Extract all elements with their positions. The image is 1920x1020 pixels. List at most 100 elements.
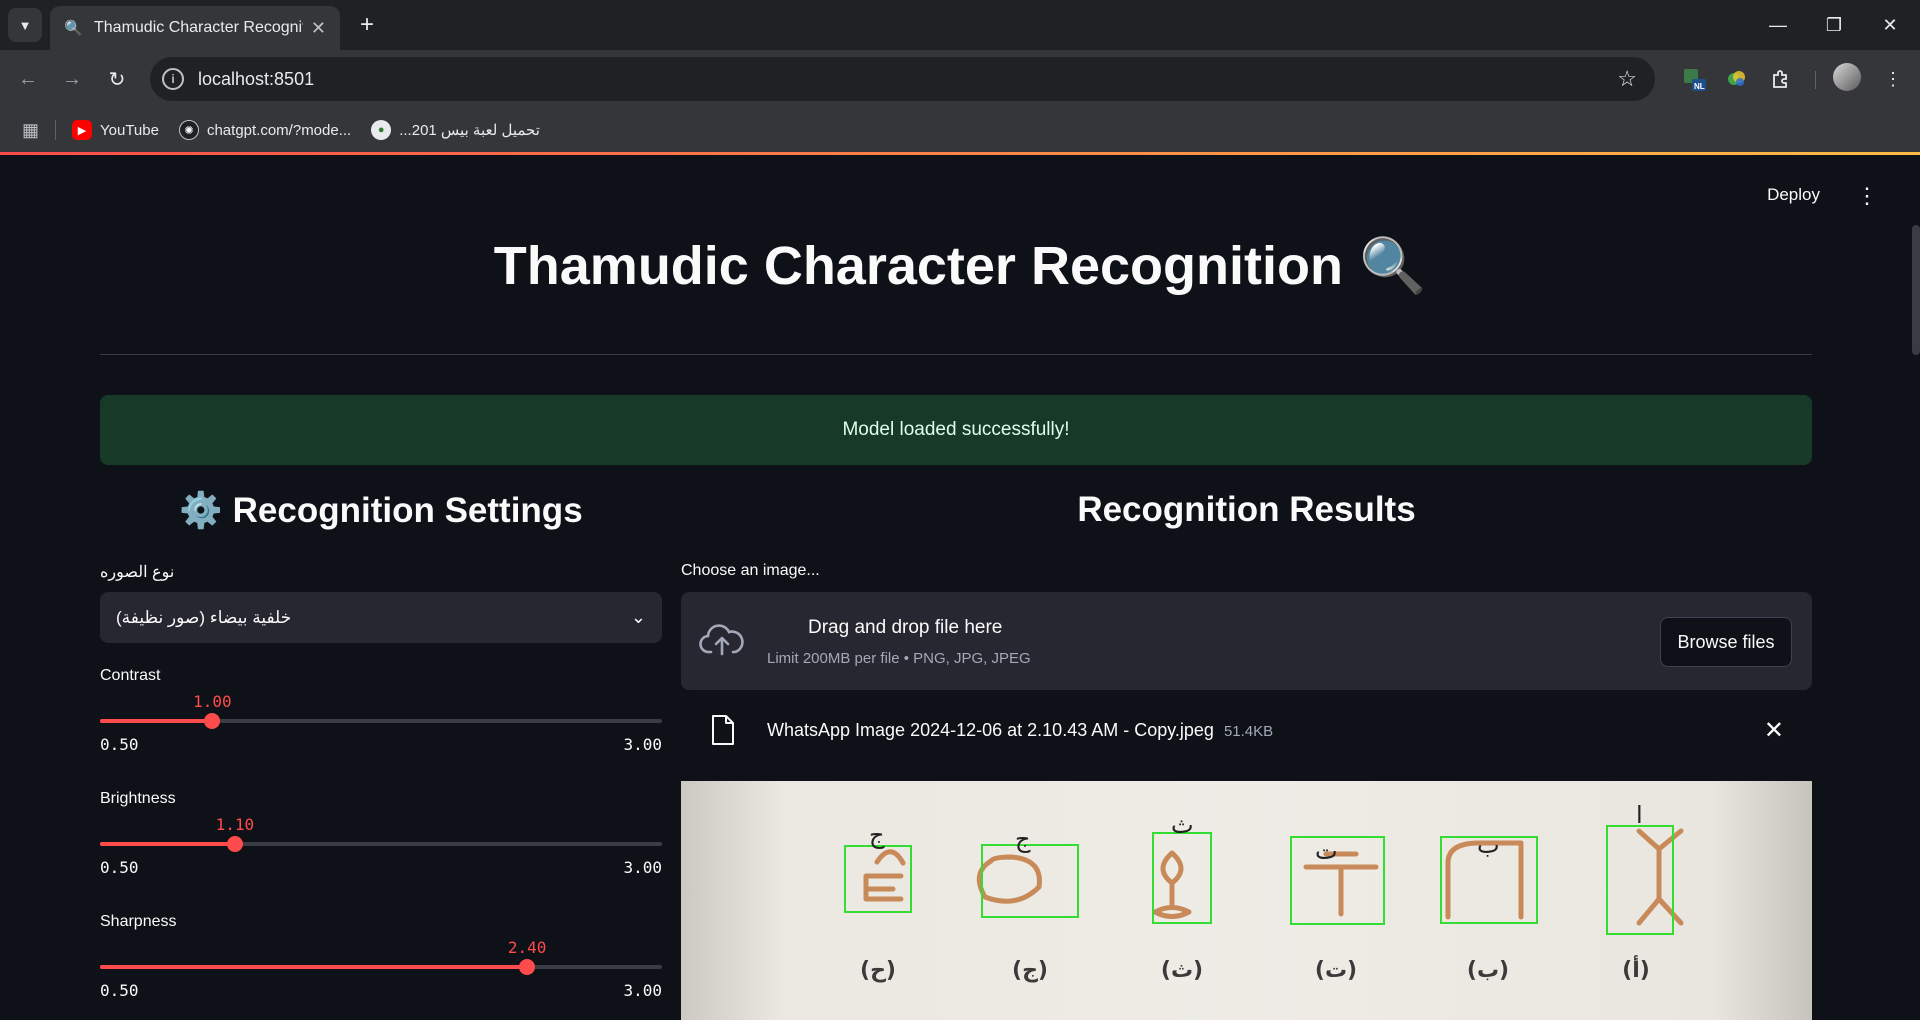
predicted-char-4: ت xyxy=(1315,837,1338,865)
minimize-window-button[interactable]: — xyxy=(1750,0,1806,50)
bookmarks-separator xyxy=(55,120,57,140)
image-type-value: خلفية بيضاء (صور نظيفة) xyxy=(116,607,292,627)
slider-min: 0.50 xyxy=(100,858,139,877)
slider-max: 3.00 xyxy=(623,858,662,877)
file-dropzone[interactable]: Drag and drop file here Limit 200MB per … xyxy=(681,592,1812,690)
slider-thumb[interactable] xyxy=(519,959,536,975)
chevron-down-icon: ⌄ xyxy=(630,607,646,627)
gear-icon: ⚙️ xyxy=(179,491,223,530)
remove-file-icon[interactable]: ✕ xyxy=(1764,716,1784,745)
restore-window-button[interactable]: ❐ xyxy=(1806,0,1862,50)
profile-avatar[interactable] xyxy=(1833,63,1861,91)
title-divider xyxy=(100,354,1812,355)
close-window-button[interactable]: ✕ xyxy=(1862,0,1918,50)
predicted-char-2: ج xyxy=(1015,825,1031,853)
app-menu-icon[interactable]: ⋮ xyxy=(1856,183,1878,209)
toolbar-separator xyxy=(1815,71,1816,89)
predicted-char-1: ج xyxy=(869,821,885,849)
browser-tab-bar: ▼ 🔍 Thamudic Character Recognition ✕ + —… xyxy=(0,0,1920,50)
svg-text:NL: NL xyxy=(1694,82,1705,91)
predicted-char-5: ب xyxy=(1477,831,1500,859)
file-name-text: WhatsApp Image 2024-12-06 at 2.10.43 AM … xyxy=(767,720,1214,740)
caption-3: (ث) xyxy=(1161,958,1203,983)
bookmark-label: chatgpt.com/?mode... xyxy=(206,121,352,139)
youtube-icon: ▶ xyxy=(72,120,93,140)
slider-min: 0.50 xyxy=(100,981,139,1000)
file-size: 51.4KB xyxy=(1223,723,1274,740)
settings-heading-text: Recognition Settings xyxy=(232,491,583,530)
translate-extension-icon[interactable]: NL xyxy=(1679,64,1709,94)
success-alert: Model loaded successfully! xyxy=(100,395,1812,465)
streamlit-app: Deploy ⋮ Thamudic Character Recognition 🔍… xyxy=(0,155,1920,1020)
new-tab-button[interactable]: + xyxy=(352,10,382,40)
success-message: Model loaded successfully! xyxy=(842,419,1070,440)
slider-thumb[interactable] xyxy=(226,836,243,852)
slider-fill xyxy=(100,965,528,969)
bookmark-star-icon[interactable]: ☆ xyxy=(1617,66,1637,92)
bookmark-pes-game[interactable]: ● تحميل لعبة بيس 201... xyxy=(371,120,540,140)
caption-6: (أ) xyxy=(1622,954,1650,983)
slider-value: 1.10 xyxy=(215,815,255,834)
site-icon: ● xyxy=(371,120,392,140)
file-name: WhatsApp Image 2024-12-06 at 2.10.43 AM … xyxy=(767,720,1273,741)
bookmark-chatgpt[interactable]: ✺ chatgpt.com/?mode... xyxy=(178,120,352,140)
sharpness-label: Sharpness xyxy=(100,913,177,930)
chevron-down-icon: ▼ xyxy=(18,17,32,33)
bookmark-label: YouTube xyxy=(100,121,159,139)
browse-files-button[interactable]: Browse files xyxy=(1660,617,1792,667)
reload-icon[interactable]: ↻ xyxy=(101,63,133,95)
slider-fill xyxy=(100,842,235,846)
bookmarks-bar: ▦ ▶ YouTube ✺ chatgpt.com/?mode... ● تحم… xyxy=(0,108,1920,152)
brightness-label: Brightness xyxy=(100,790,176,807)
slider-min: 0.50 xyxy=(100,735,139,754)
caption-4: (ت) xyxy=(1315,958,1357,983)
predicted-char-3: ث xyxy=(1171,811,1194,839)
uploaded-file-row: WhatsApp Image 2024-12-06 at 2.10.43 AM … xyxy=(681,700,1812,762)
colorful-extension-icon[interactable] xyxy=(1722,64,1752,94)
recognized-image: ج ج ث ت ب ا (ح) (ج) (ث) (ت) (ب) (أ) xyxy=(681,781,1812,1020)
slider-fill xyxy=(100,719,213,723)
browser-toolbar: ← → ↻ i localhost:8501 ☆ NL ⋮ xyxy=(0,50,1920,108)
slider-value: 1.00 xyxy=(193,692,232,711)
page-title: Thamudic Character Recognition 🔍 xyxy=(0,235,1920,298)
slider-thumb[interactable] xyxy=(204,713,221,729)
drop-text: Drag and drop file here xyxy=(808,617,1003,638)
apps-grid-icon[interactable]: ▦ xyxy=(22,120,39,141)
slider-value: 2.40 xyxy=(507,938,547,957)
tab-title: Thamudic Character Recognition xyxy=(94,19,303,36)
cloud-upload-icon xyxy=(699,624,744,656)
caption-5: (ب) xyxy=(1467,958,1509,983)
settings-heading: ⚙️ Recognition Settings xyxy=(100,490,662,531)
contrast-slider[interactable]: 1.00 0.50 3.00 xyxy=(100,692,662,754)
browser-menu-icon[interactable]: ⋮ xyxy=(1878,64,1908,94)
predicted-char-6: ا xyxy=(1636,801,1643,829)
caption-1: (ح) xyxy=(860,958,896,983)
bookmark-youtube[interactable]: ▶ YouTube xyxy=(72,120,159,140)
slider-max: 3.00 xyxy=(623,981,662,1000)
slider-max: 3.00 xyxy=(623,735,662,754)
image-type-select[interactable]: خلفية بيضاء (صور نظيفة) ⌄ xyxy=(100,592,662,643)
file-icon xyxy=(712,715,734,745)
magnifier-icon: 🔍 xyxy=(1358,236,1427,296)
limit-text: Limit 200MB per file • PNG, JPG, JPEG xyxy=(767,650,1031,667)
url-text[interactable]: localhost:8501 xyxy=(198,69,1617,90)
sharpness-slider[interactable]: 2.40 0.50 3.00 xyxy=(100,938,662,1000)
deploy-button[interactable]: Deploy xyxy=(1767,185,1820,205)
close-tab-icon[interactable]: ✕ xyxy=(311,18,326,39)
forward-arrow-icon[interactable]: → xyxy=(56,63,88,95)
browser-tab[interactable]: 🔍 Thamudic Character Recognition ✕ xyxy=(50,6,340,50)
magnifier-favicon-icon: 🔍 xyxy=(64,20,83,37)
bookmark-label: تحميل لعبة بيس 201... xyxy=(399,122,540,139)
image-type-label: نوع الصوره xyxy=(100,564,175,581)
brightness-slider[interactable]: 1.10 0.50 3.00 xyxy=(100,815,662,877)
results-heading: Recognition Results xyxy=(1077,490,1416,529)
page-title-text: Thamudic Character Recognition xyxy=(493,236,1343,296)
extensions-puzzle-icon[interactable] xyxy=(1766,64,1796,94)
site-info-icon[interactable]: i xyxy=(162,68,184,90)
contrast-label: Contrast xyxy=(100,667,161,684)
uploader-label: Choose an image... xyxy=(681,562,820,579)
tab-search-button[interactable]: ▼ xyxy=(8,8,42,42)
openai-icon: ✺ xyxy=(178,120,199,140)
address-bar[interactable]: i localhost:8501 ☆ xyxy=(150,57,1655,101)
back-arrow-icon[interactable]: ← xyxy=(12,63,44,95)
